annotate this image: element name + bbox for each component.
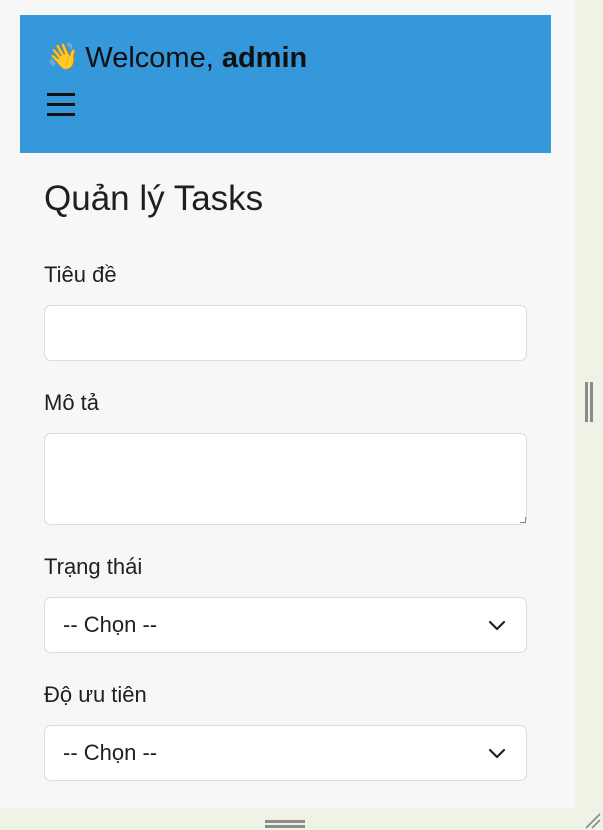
menu-line — [47, 113, 75, 116]
header-bar: 👋 Welcome, admin — [20, 15, 551, 153]
menu-line — [47, 93, 75, 96]
title-label: Tiêu đề — [44, 262, 117, 287]
waving-hand-icon: 👋 — [47, 41, 80, 71]
welcome-username: admin — [221, 42, 308, 74]
corner-resize-grip-icon[interactable] — [582, 810, 602, 830]
chevron-down-icon — [488, 748, 506, 759]
handle-line — [265, 820, 305, 823]
hamburger-menu-icon[interactable] — [47, 93, 75, 117]
horizontal-resize-handle[interactable] — [265, 820, 305, 828]
priority-select[interactable]: -- Chọn -- — [44, 725, 527, 781]
menu-line — [47, 103, 75, 106]
priority-selected-value: -- Chọn -- — [63, 740, 158, 765]
handle-line — [585, 382, 588, 422]
priority-label: Độ ưu tiên — [44, 682, 147, 707]
app-panel: 👋 Welcome, admin Quản lý Tasks Tiêu đề Mô… — [0, 0, 575, 808]
status-select[interactable]: -- Chọn -- — [44, 597, 527, 653]
handle-line — [265, 825, 305, 828]
title-input[interactable] — [44, 305, 527, 361]
status-selected-value: -- Chọn -- — [63, 612, 158, 637]
welcome-prefix: Welcome, — [85, 42, 222, 74]
description-textarea[interactable] — [44, 433, 527, 525]
welcome-message: 👋 Welcome, admin — [47, 41, 307, 75]
description-label: Mô tả — [44, 390, 100, 415]
handle-line — [590, 382, 593, 422]
chevron-down-icon — [488, 620, 506, 631]
page-title: Quản lý Tasks — [44, 179, 264, 218]
status-label: Trạng thái — [44, 554, 143, 579]
vertical-resize-handle[interactable] — [585, 382, 595, 422]
